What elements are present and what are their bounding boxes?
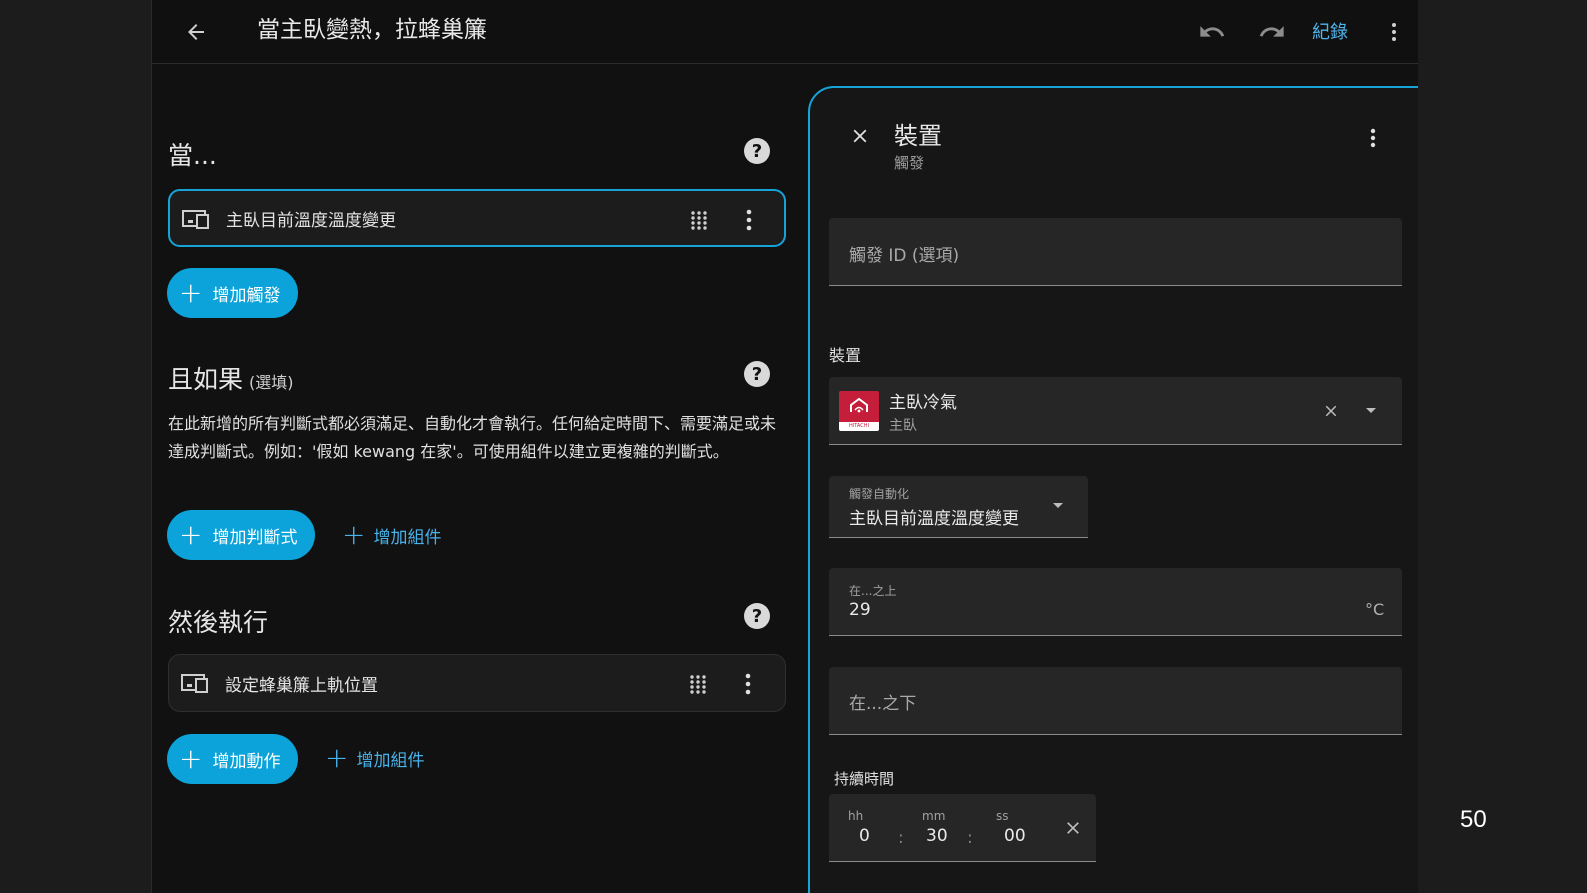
above-value: 29 (849, 600, 871, 620)
add-trigger-button[interactable]: + 增加觸發 (167, 268, 299, 318)
add-action-block-label: 增加組件 (356, 750, 425, 771)
duration-label: 持續時間 (834, 770, 895, 788)
trigger-id-placeholder: 觸發 ID (選項) (849, 246, 960, 266)
hours-value[interactable]: 0 (859, 826, 870, 846)
conditions-help-icon[interactable]: ? (744, 361, 770, 387)
trigger-type-value: 主臥目前溫度溫度變更 (849, 509, 1019, 529)
plus-icon: + (179, 742, 203, 775)
undo-icon (1200, 26, 1225, 37)
conditions-heading-text: 且如果 (168, 365, 244, 394)
trigger-type-select[interactable]: 觸發自動化 主臥目前溫度溫度變更 (829, 476, 1088, 538)
actions-heading: 然後執行 (168, 608, 269, 637)
slide-right-margin (1418, 0, 1587, 893)
device-picker[interactable]: HITACHI 主臥冷氣 主臥 (829, 377, 1402, 445)
undo-button[interactable] (1192, 12, 1232, 52)
minutes-value[interactable]: 30 (926, 826, 948, 846)
trigger-label: 主臥目前溫度溫度變更 (226, 210, 396, 231)
add-condition-button[interactable]: + 增加判斷式 (167, 510, 316, 560)
plus-icon: + (325, 741, 349, 774)
below-placeholder: 在...之下 (849, 694, 917, 714)
above-unit: °C (1365, 600, 1385, 619)
panel-title: 裝置 (894, 122, 942, 150)
clear-icon[interactable] (1322, 402, 1340, 420)
drag-handle-icon[interactable] (685, 671, 711, 697)
above-input[interactable]: 在...之上 29 °C (829, 568, 1402, 636)
automation-editor: 當主臥變熱，拉蜂巢簾 紀錄 當... ? 主臥目前溫度溫度變更 + 增加觸發 且… (152, 0, 1418, 893)
slide-left-margin (0, 0, 152, 893)
device-name: 主臥冷氣 (889, 393, 957, 413)
seconds-value[interactable]: 00 (1004, 826, 1026, 846)
conditions-description: 在此新增的所有判斷式都必須滿足、自動化才會執行。任何給定時間下、需要滿足或未達成… (168, 414, 777, 461)
triggers-help-icon[interactable]: ? (744, 138, 770, 164)
conditions-optional: (選填) (249, 373, 294, 392)
more-vertical-icon (1392, 23, 1396, 41)
trigger-editor-panel: 裝置 觸發 觸發 ID (選項) 裝置 HITACHI 主臥冷氣 主臥 觸發自動… (808, 86, 1418, 893)
drag-handle-icon[interactable] (686, 207, 712, 233)
arrow-left-icon (188, 24, 204, 40)
add-action-block-button[interactable]: + 增加組件 (325, 744, 424, 772)
action-menu-icon[interactable] (735, 669, 761, 699)
add-action-label: 增加動作 (212, 751, 281, 772)
trigger-type-label: 觸發自動化 (849, 487, 910, 501)
close-icon (853, 129, 867, 143)
minutes-label: mm (922, 809, 946, 823)
add-action-button[interactable]: + 增加動作 (167, 734, 299, 784)
conditions-heading: 且如果 (選填) (168, 360, 294, 396)
time-separator: : (967, 828, 973, 848)
devices-icon (181, 674, 208, 693)
dropdown-arrow-icon (1053, 503, 1063, 508)
more-vertical-icon (1370, 128, 1376, 148)
back-button[interactable] (176, 12, 216, 52)
plus-icon: + (179, 518, 203, 551)
below-input[interactable]: 在...之下 (829, 667, 1402, 735)
page-title: 當主臥變熱，拉蜂巢簾 (257, 17, 487, 43)
redo-button[interactable] (1252, 12, 1292, 52)
top-app-bar: 當主臥變熱，拉蜂巢簾 紀錄 (152, 0, 1418, 64)
add-trigger-label: 增加觸發 (212, 285, 281, 306)
above-label: 在...之上 (849, 584, 897, 598)
duration-input[interactable]: hh 0 : mm 30 : ss 00 (829, 794, 1096, 862)
time-separator: : (898, 828, 904, 848)
action-row[interactable]: 設定蜂巢簾上軌位置 (168, 654, 786, 712)
device-area: 主臥 (889, 418, 917, 434)
redo-icon (1259, 26, 1284, 37)
trigger-id-input[interactable]: 觸發 ID (選項) (829, 218, 1402, 286)
add-condition-block-label: 增加組件 (373, 527, 442, 548)
brand-strip: HITACHI (839, 422, 879, 431)
hitachi-brand-icon: HITACHI (839, 391, 879, 431)
clear-duration-icon[interactable] (1063, 818, 1083, 838)
plus-icon: + (179, 276, 203, 309)
overflow-menu-button[interactable] (1374, 12, 1414, 52)
close-panel-button[interactable] (842, 118, 878, 154)
dropdown-arrow-icon[interactable] (1364, 405, 1378, 415)
panel-menu-button[interactable] (1358, 120, 1388, 156)
plus-icon: + (342, 518, 366, 551)
actions-help-icon[interactable]: ? (744, 603, 770, 629)
devices-icon (182, 210, 209, 229)
hours-label: hh (848, 809, 864, 823)
panel-subtitle: 觸發 (894, 154, 925, 172)
device-section-label: 裝置 (829, 346, 862, 365)
triggers-heading: 當... (168, 141, 217, 170)
trigger-menu-icon[interactable] (736, 205, 762, 235)
action-label: 設定蜂巢簾上軌位置 (225, 675, 378, 696)
slide-number: 50 (1460, 806, 1487, 833)
add-condition-label: 增加判斷式 (212, 527, 298, 548)
history-button[interactable]: 紀錄 (1312, 18, 1348, 44)
seconds-label: ss (996, 809, 1009, 823)
trigger-row[interactable]: 主臥目前溫度溫度變更 (168, 189, 786, 247)
add-condition-block-button[interactable]: + 增加組件 (342, 521, 441, 549)
